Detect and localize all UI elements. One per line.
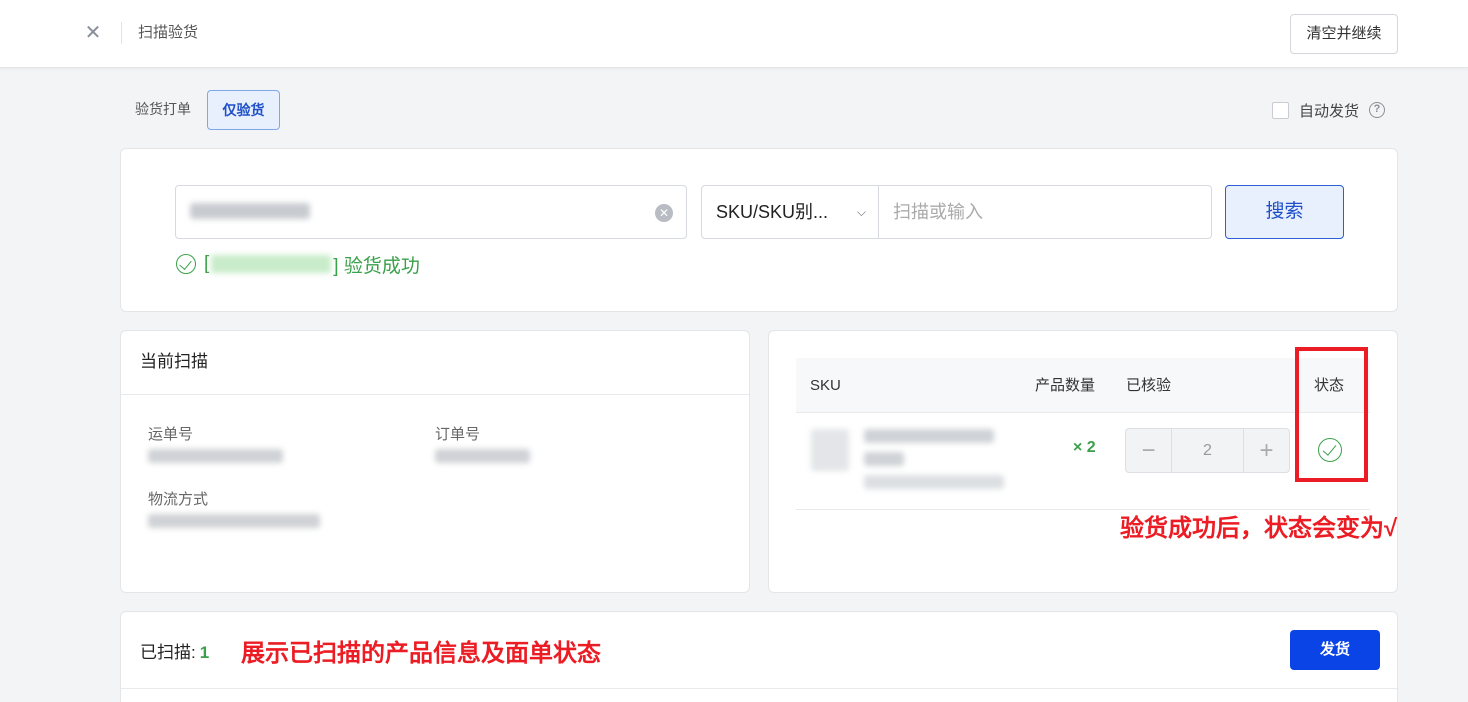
title-divider bbox=[121, 22, 122, 44]
success-bracket-open: [ bbox=[204, 253, 210, 274]
sku-type-select[interactable]: SKU/SKU别... ⌵ bbox=[701, 185, 879, 239]
success-text: ] 验货成功 bbox=[333, 255, 420, 277]
verified-quantity-stepper[interactable]: − 2 + bbox=[1125, 428, 1290, 473]
waybill-value-blurred bbox=[148, 449, 283, 463]
order-label: 订单号 bbox=[435, 426, 481, 443]
chevron-down-icon: ⌵ bbox=[856, 205, 866, 219]
verified-quantity-value[interactable]: 2 bbox=[1171, 429, 1244, 472]
auto-ship-label: 自动发货 bbox=[1299, 102, 1360, 120]
logistics-label: 物流方式 bbox=[148, 491, 209, 508]
scanned-panel: 已扫描: 1 展示已扫描的产品信息及面单状态 发货 bbox=[120, 611, 1399, 702]
product-sku-blurred bbox=[864, 475, 1004, 489]
auto-ship-checkbox[interactable] bbox=[1272, 101, 1289, 119]
product-name-blurred bbox=[864, 429, 994, 443]
auto-ship-toggle: 自动发货 ? bbox=[1272, 99, 1386, 121]
decrement-button[interactable]: − bbox=[1126, 429, 1171, 472]
status-annotation: 验货成功后，状态会变为√ bbox=[1120, 515, 1398, 542]
help-icon[interactable]: ? bbox=[1369, 102, 1386, 118]
product-quantity: × 2 bbox=[1073, 439, 1096, 456]
clear-input-icon[interactable]: ✕ bbox=[655, 204, 673, 222]
search-panel: ✕ SKU/SKU别... ⌵ 扫描或输入 搜索 [ ] 验货成功 bbox=[120, 148, 1398, 312]
scanned-count: 1 bbox=[199, 643, 210, 662]
scan-input[interactable]: 扫描或输入 bbox=[878, 185, 1212, 239]
current-scan-title: 当前扫描 bbox=[121, 331, 749, 395]
inspection-success-message: [ ] 验货成功 bbox=[176, 251, 420, 277]
close-icon[interactable]: ✕ bbox=[82, 22, 104, 44]
tracking-number-input[interactable]: ✕ bbox=[175, 185, 687, 239]
page-title: 扫描验货 bbox=[138, 24, 199, 41]
top-bar: ✕ 扫描验货 清空并继续 bbox=[0, 0, 1468, 68]
mode-option-print[interactable]: 验货打单 bbox=[135, 98, 191, 120]
search-button[interactable]: 搜索 bbox=[1225, 185, 1344, 239]
order-value-blurred bbox=[435, 449, 530, 463]
sku-table-header: SKU 产品数量 已核验 状态 bbox=[796, 358, 1370, 413]
waybill-label: 运单号 bbox=[148, 426, 194, 443]
mode-option-inspect-only[interactable]: 仅验货 bbox=[207, 90, 280, 130]
col-quantity: 产品数量 bbox=[1035, 377, 1096, 394]
product-name-line2-blurred bbox=[864, 452, 904, 466]
current-scan-panel: 当前扫描 运单号 订单号 物流方式 bbox=[120, 330, 750, 593]
col-sku: SKU bbox=[810, 377, 841, 394]
sku-type-select-value: SKU/SKU别... bbox=[716, 202, 829, 222]
scanned-label: 已扫描: 1 bbox=[140, 638, 209, 663]
scanned-label-text: 已扫描: bbox=[140, 643, 196, 662]
clear-and-continue-button[interactable]: 清空并继续 bbox=[1290, 14, 1398, 54]
scanned-divider bbox=[121, 688, 1399, 689]
scanned-annotation: 展示已扫描的产品信息及面单状态 bbox=[241, 640, 601, 667]
success-check-icon bbox=[176, 254, 196, 274]
increment-button[interactable]: + bbox=[1244, 429, 1289, 472]
col-verified: 已核验 bbox=[1126, 377, 1172, 394]
status-highlight-box bbox=[1295, 347, 1368, 482]
success-order-blurred bbox=[211, 255, 332, 273]
ship-button[interactable]: 发货 bbox=[1290, 630, 1380, 670]
tracking-number-value-blurred bbox=[190, 203, 310, 219]
logistics-value-blurred bbox=[148, 514, 320, 528]
product-thumbnail-blurred bbox=[811, 429, 849, 471]
